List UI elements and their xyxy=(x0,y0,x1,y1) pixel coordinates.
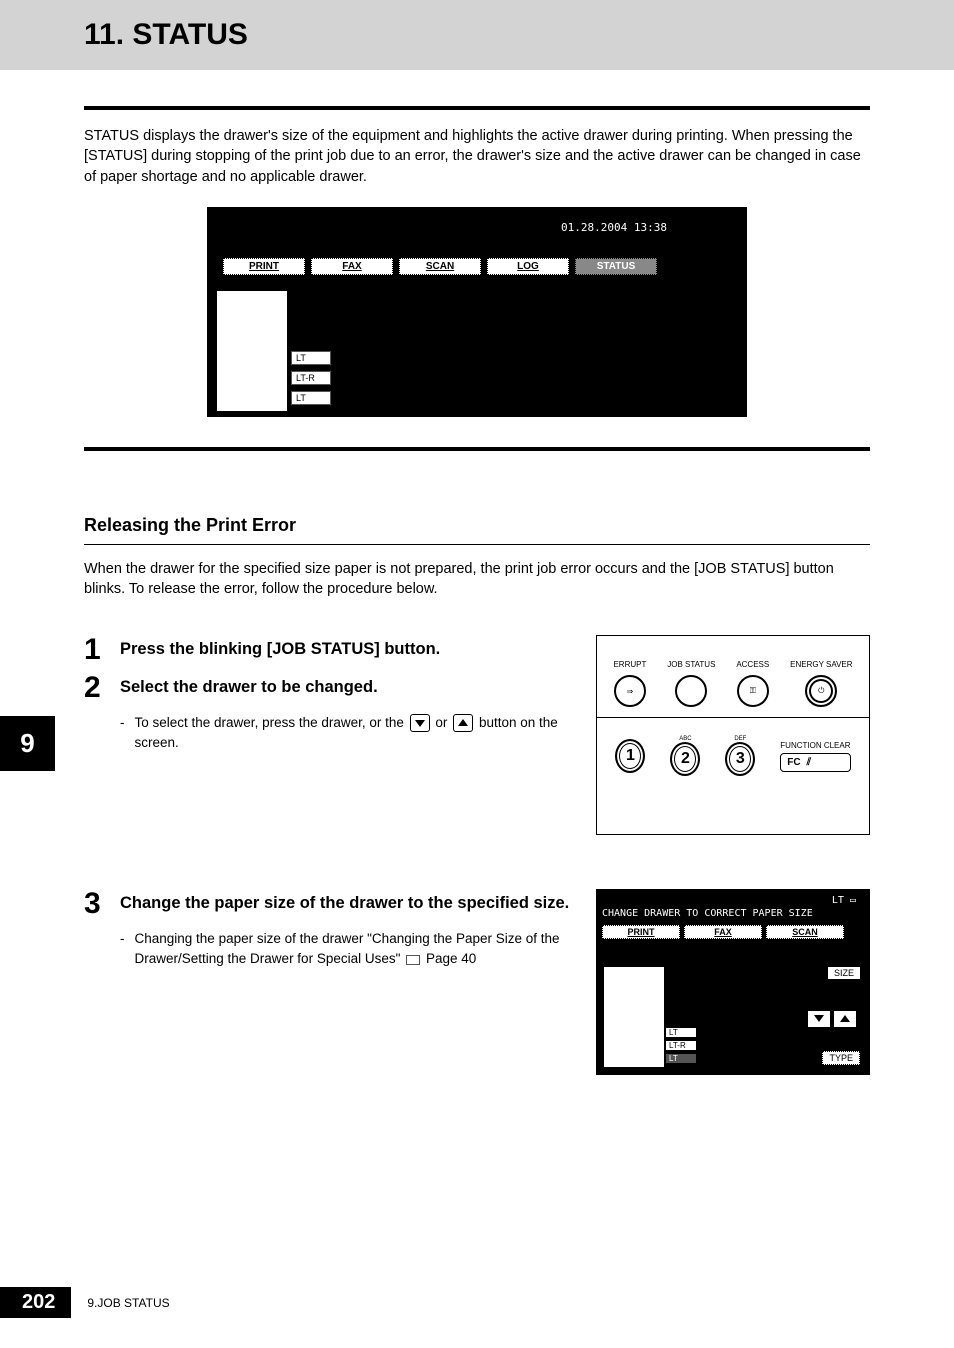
drawer-label-3: LT xyxy=(666,1054,696,1063)
step-2: 2 Select the drawer to be changed. - To … xyxy=(84,673,576,753)
keypad-abc-label: ABC xyxy=(670,736,700,742)
up-arrow-icon[interactable] xyxy=(453,714,473,732)
step-title: Select the drawer to be changed. xyxy=(120,677,576,698)
tab-status[interactable]: STATUS xyxy=(575,258,657,275)
panel-row-bottom: 1 ABC 2 DEF 3 FUNCTION CLEAR FC ⫽ xyxy=(597,718,869,794)
screen-datetime: 01.28.2004 13:38 xyxy=(217,217,737,234)
divider xyxy=(84,106,870,110)
dash: - xyxy=(120,713,125,733)
page-number: 202 xyxy=(0,1287,71,1318)
status-screen: 01.28.2004 13:38 PRINT FAX SCAN LOG STAT… xyxy=(207,207,747,417)
down-arrow-icon[interactable] xyxy=(410,714,430,732)
chapter-side-tab: 9 xyxy=(0,716,55,771)
interrupt-icon: ⇒ xyxy=(614,675,646,707)
subsection-text: When the drawer for the specified size p… xyxy=(84,559,870,600)
tab-print[interactable]: PRINT xyxy=(602,925,680,939)
power-icon: ⏻ xyxy=(805,675,837,707)
tab-scan[interactable]: SCAN xyxy=(766,925,844,939)
subtext-pre: To select the drawer, press the drawer, … xyxy=(135,715,404,730)
page-title: 11. STATUS xyxy=(84,18,954,52)
subtext: Changing the paper size of the drawer "C… xyxy=(135,931,560,966)
drawer-label-2: LT-R xyxy=(666,1041,696,1050)
step-title: Press the blinking [JOB STATUS] button. xyxy=(120,639,576,660)
change-drawer-screen: LT ▭ CHANGE DRAWER TO CORRECT PAPER SIZE… xyxy=(596,889,870,1075)
panel-row-top: ERRUPT ⇒ JOB STATUS ACCESS ⚿ ENERGY SAVE… xyxy=(597,636,869,718)
content-area: STATUS displays the drawer's size of the… xyxy=(0,106,954,1075)
arrow-buttons xyxy=(808,1011,856,1027)
intro-text: STATUS displays the drawer's size of the… xyxy=(84,126,870,187)
function-clear-button[interactable]: FC ⫽ xyxy=(780,753,850,772)
step-3: 3 Change the paper size of the drawer to… xyxy=(84,889,576,969)
keypad-1[interactable]: 1 xyxy=(615,739,645,773)
access-button[interactable]: ACCESS ⚿ xyxy=(736,660,769,707)
subtext-mid: or xyxy=(435,715,447,730)
job-status-button[interactable]: JOB STATUS xyxy=(667,660,715,707)
drawer-labels: LT LT-R LT xyxy=(291,291,331,411)
type-button[interactable]: TYPE xyxy=(822,1051,860,1065)
tab-log[interactable]: LOG xyxy=(487,258,569,275)
footer: 202 9.JOB STATUS xyxy=(0,1287,170,1318)
book-icon xyxy=(406,955,420,965)
dash: - xyxy=(120,929,125,949)
interrupt-button[interactable]: ERRUPT ⇒ xyxy=(613,660,646,707)
keypad-2[interactable]: 2 xyxy=(670,742,700,776)
step-number: 3 xyxy=(84,889,108,969)
page-ref: Page 40 xyxy=(426,951,476,966)
step-number: 2 xyxy=(84,673,108,753)
footer-label: 9.JOB STATUS xyxy=(87,1296,169,1310)
drawer-label-2: LT-R xyxy=(291,371,331,385)
tab-scan[interactable]: SCAN xyxy=(399,258,481,275)
control-panel-figure: ERRUPT ⇒ JOB STATUS ACCESS ⚿ ENERGY SAVE… xyxy=(596,635,870,835)
divider xyxy=(84,447,870,451)
step-number: 1 xyxy=(84,635,108,665)
keypad-3[interactable]: 3 xyxy=(725,742,755,776)
drawer-diagram-2: LT LT-R LT xyxy=(604,967,696,1067)
drawer-labels: LT LT-R LT xyxy=(666,967,696,1067)
status-screen-figure: 01.28.2004 13:38 PRINT FAX SCAN LOG STAT… xyxy=(84,207,870,417)
step-left-col: 3 Change the paper size of the drawer to… xyxy=(84,889,576,977)
size-button[interactable]: SIZE xyxy=(828,967,860,979)
clear-stripes-icon: ⫽ xyxy=(807,757,811,768)
down-arrow-button[interactable] xyxy=(808,1011,830,1027)
paper-indicator: LT ▭ xyxy=(602,895,864,906)
steps: 1 Press the blinking [JOB STATUS] button… xyxy=(84,635,870,1075)
step-row-1-2: 1 Press the blinking [JOB STATUS] button… xyxy=(84,635,870,835)
drawer-diagram: LT LT-R LT xyxy=(217,291,331,411)
step-subtext: - Changing the paper size of the drawer … xyxy=(120,929,576,970)
function-clear-label: FUNCTION CLEAR xyxy=(780,741,850,750)
step-title: Change the paper size of the drawer to t… xyxy=(120,893,576,914)
up-arrow-button[interactable] xyxy=(834,1011,856,1027)
circle-icon xyxy=(675,675,707,707)
printer-icon xyxy=(604,967,664,1067)
drawer-label-3: LT xyxy=(291,391,331,405)
key-icon: ⚿ xyxy=(737,675,769,707)
drawer-label-1: LT xyxy=(666,1028,696,1037)
step-left-col: 1 Press the blinking [JOB STATUS] button… xyxy=(84,635,576,761)
tab-fax[interactable]: FAX xyxy=(311,258,393,275)
screen-tabs: PRINT FAX SCAN LOG STATUS xyxy=(223,258,737,275)
keypad-def-label: DEF xyxy=(725,736,755,742)
energy-saver-button[interactable]: ENERGY SAVER ⏻ xyxy=(790,660,852,707)
subsection: Releasing the Print Error When the drawe… xyxy=(84,515,870,600)
change-tabs: PRINT FAX SCAN xyxy=(602,925,864,939)
step-1: 1 Press the blinking [JOB STATUS] button… xyxy=(84,635,576,665)
step-subtext: - To select the drawer, press the drawer… xyxy=(120,713,576,754)
header-band: 11. STATUS xyxy=(0,0,954,70)
tab-print[interactable]: PRINT xyxy=(223,258,305,275)
step-row-3: 3 Change the paper size of the drawer to… xyxy=(84,889,870,1075)
drawer-label-1: LT xyxy=(291,351,331,365)
divider xyxy=(84,544,870,545)
change-msg: CHANGE DRAWER TO CORRECT PAPER SIZE xyxy=(602,908,864,919)
tab-fax[interactable]: FAX xyxy=(684,925,762,939)
printer-icon xyxy=(217,291,287,411)
subsection-title: Releasing the Print Error xyxy=(84,515,870,536)
